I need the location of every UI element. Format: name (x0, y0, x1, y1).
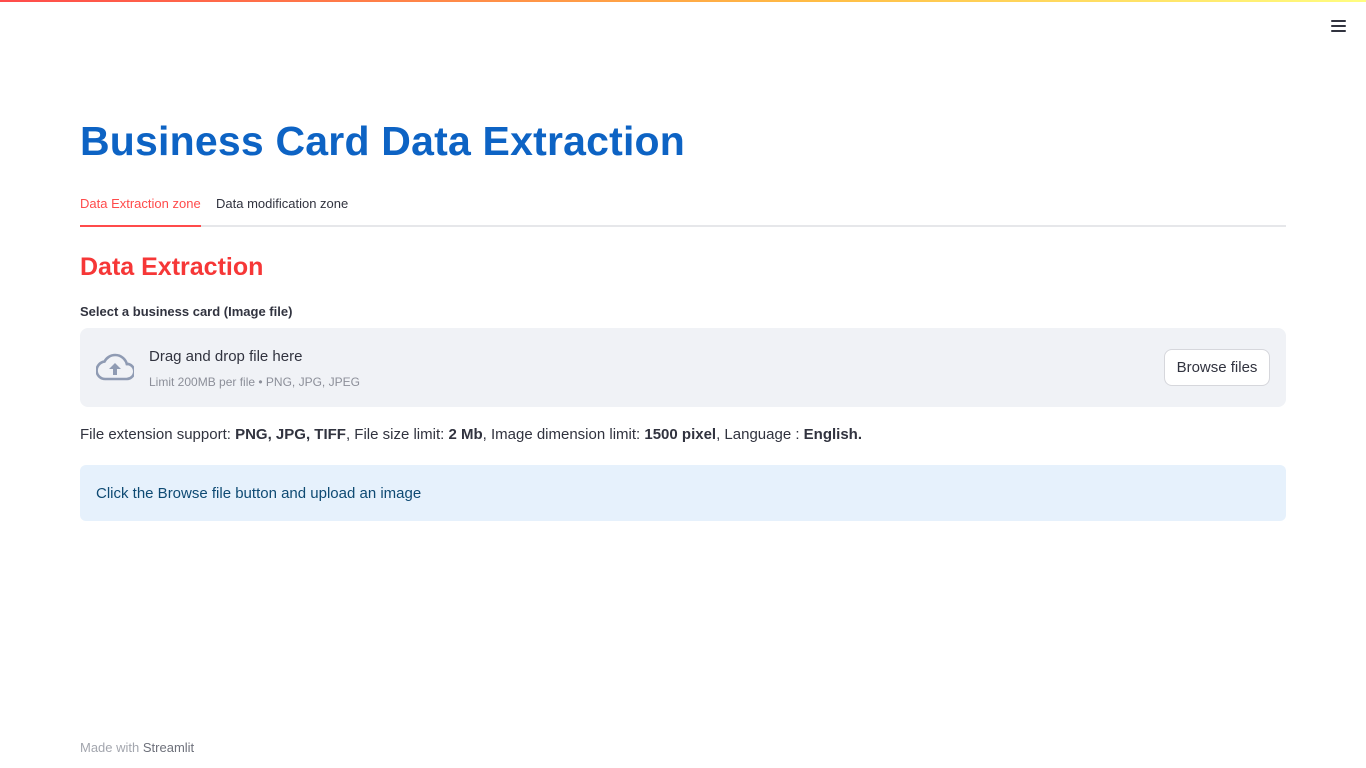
dropzone-limit-text: Limit 200MB per file • PNG, JPG, JPEG (149, 375, 360, 389)
support-prefix-ext: File extension support: (80, 426, 236, 443)
menu-line (1330, 30, 1346, 32)
info-alert: Click the Browse file button and upload … (80, 465, 1286, 521)
support-language: English. (803, 426, 863, 443)
footer-prefix: Made with (80, 740, 143, 755)
page-title: Business Card Data Extraction (80, 118, 686, 164)
footer: Made with Streamlit (80, 740, 194, 755)
support-prefix-dimension: , Image dimension limit: (482, 426, 645, 443)
support-size: 2 Mb (448, 426, 483, 443)
support-dimension: 1500 pixel (644, 426, 717, 443)
support-prefix-size: , File size limit: (345, 426, 449, 443)
menu-line (1330, 25, 1346, 27)
info-alert-text: Click the Browse file button and upload … (96, 485, 422, 502)
top-decoration-bar (0, 0, 1366, 2)
tab-data-extraction-zone[interactable]: Data Extraction zone (80, 196, 201, 227)
uploader-label: Select a business card (Image file) (80, 304, 293, 319)
menu-line (1330, 20, 1346, 22)
tab-data-modification-zone[interactable]: Data modification zone (216, 196, 348, 227)
streamlit-link[interactable]: Streamlit (143, 740, 194, 755)
file-dropzone[interactable]: Drag and drop file here Limit 200MB per … (80, 328, 1286, 407)
support-prefix-language: , Language : (716, 426, 804, 443)
dropzone-instructions: Drag and drop file here (149, 348, 303, 365)
support-ext: PNG, JPG, TIFF (235, 426, 346, 443)
browse-files-button[interactable]: Browse files (1164, 349, 1270, 386)
tab-bar: Data Extraction zone Data modification z… (80, 190, 1286, 227)
cloud-upload-icon (96, 353, 134, 381)
section-title: Data Extraction (80, 253, 264, 281)
file-support-info: File extension support: PNG, JPG, TIFF, … (80, 426, 862, 443)
hamburger-menu-icon[interactable] (1324, 14, 1352, 38)
